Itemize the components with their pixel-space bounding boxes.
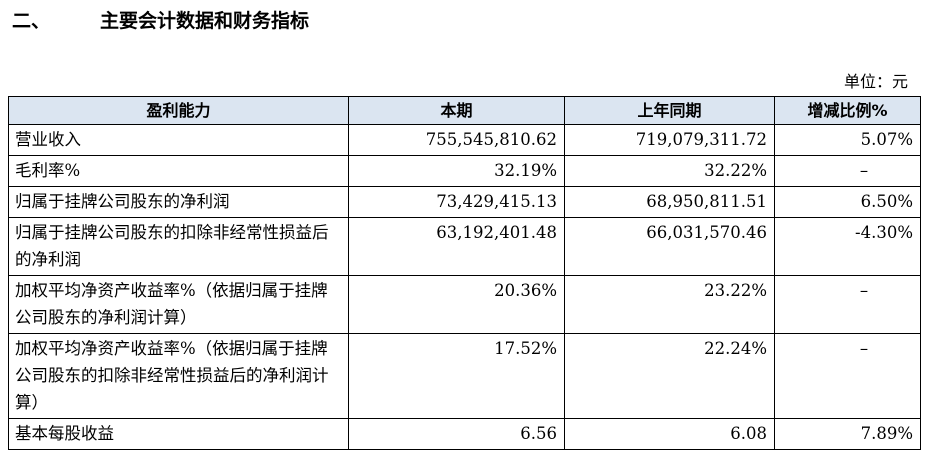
row-label: 营业收入 (8, 124, 349, 156)
table-row: 基本每股收益 6.56 6.08 7.89% (8, 418, 921, 450)
change-value: 5.07% (774, 124, 921, 156)
section-title: 主要会计数据和财务指标 (100, 10, 310, 32)
current-value: 20.36% (348, 275, 565, 334)
row-label: 加权平均净资产收益率%（依据归属于挂牌公司股东的净利润计算） (8, 275, 349, 334)
header-prior-period: 上年同期 (564, 96, 775, 125)
prior-value: 68,950,811.51 (564, 186, 775, 218)
prior-value: 719,079,311.72 (564, 124, 775, 156)
row-label: 归属于挂牌公司股东的净利润 (8, 186, 349, 218)
header-current-period: 本期 (348, 96, 565, 125)
table-row: 加权平均净资产收益率%（依据归属于挂牌公司股东的扣除非经常性损益后的净利润计算）… (8, 333, 921, 419)
change-value: – (774, 333, 921, 419)
table-row: 毛利率% 32.19% 32.22% – (8, 155, 921, 187)
change-value: – (774, 155, 921, 187)
change-value: 6.50% (774, 186, 921, 218)
prior-value: 66,031,570.46 (564, 217, 775, 276)
prior-value: 32.22% (564, 155, 775, 187)
table-row: 归属于挂牌公司股东的扣除非经常性损益后的净利润 63,192,401.48 66… (8, 217, 921, 276)
table-header-row: 盈利能力 本期 上年同期 增减比例% (8, 96, 921, 125)
table-row: 营业收入 755,545,810.62 719,079,311.72 5.07% (8, 124, 921, 156)
unit-label: 单位：元 (843, 72, 908, 91)
change-value: -4.30% (774, 217, 921, 276)
current-value: 32.19% (348, 155, 565, 187)
table-row: 归属于挂牌公司股东的净利润 73,429,415.13 68,950,811.5… (8, 186, 921, 218)
header-change-ratio: 增减比例% (774, 96, 921, 125)
row-label: 加权平均净资产收益率%（依据归属于挂牌公司股东的扣除非经常性损益后的净利润计算） (8, 333, 349, 419)
current-value: 6.56 (348, 418, 565, 450)
current-value: 17.52% (348, 333, 565, 419)
change-value: – (774, 275, 921, 334)
table-row: 加权平均净资产收益率%（依据归属于挂牌公司股东的净利润计算） 20.36% 23… (8, 275, 921, 334)
row-label: 基本每股收益 (8, 418, 349, 450)
prior-value: 22.24% (564, 333, 775, 419)
header-profitability: 盈利能力 (8, 96, 349, 125)
current-value: 755,545,810.62 (348, 124, 565, 156)
prior-value: 6.08 (564, 418, 775, 450)
financial-indicators-table: 盈利能力 本期 上年同期 增减比例% 营业收入 755,545,810.62 7… (8, 96, 921, 450)
prior-value: 23.22% (564, 275, 775, 334)
current-value: 73,429,415.13 (348, 186, 565, 218)
change-value: 7.89% (774, 418, 921, 450)
section-number: 二、 (12, 10, 51, 32)
row-label: 归属于挂牌公司股东的扣除非经常性损益后的净利润 (8, 217, 349, 276)
row-label: 毛利率% (8, 155, 349, 187)
current-value: 63,192,401.48 (348, 217, 565, 276)
section-heading: 二、 主要会计数据和财务指标 (12, 6, 309, 33)
